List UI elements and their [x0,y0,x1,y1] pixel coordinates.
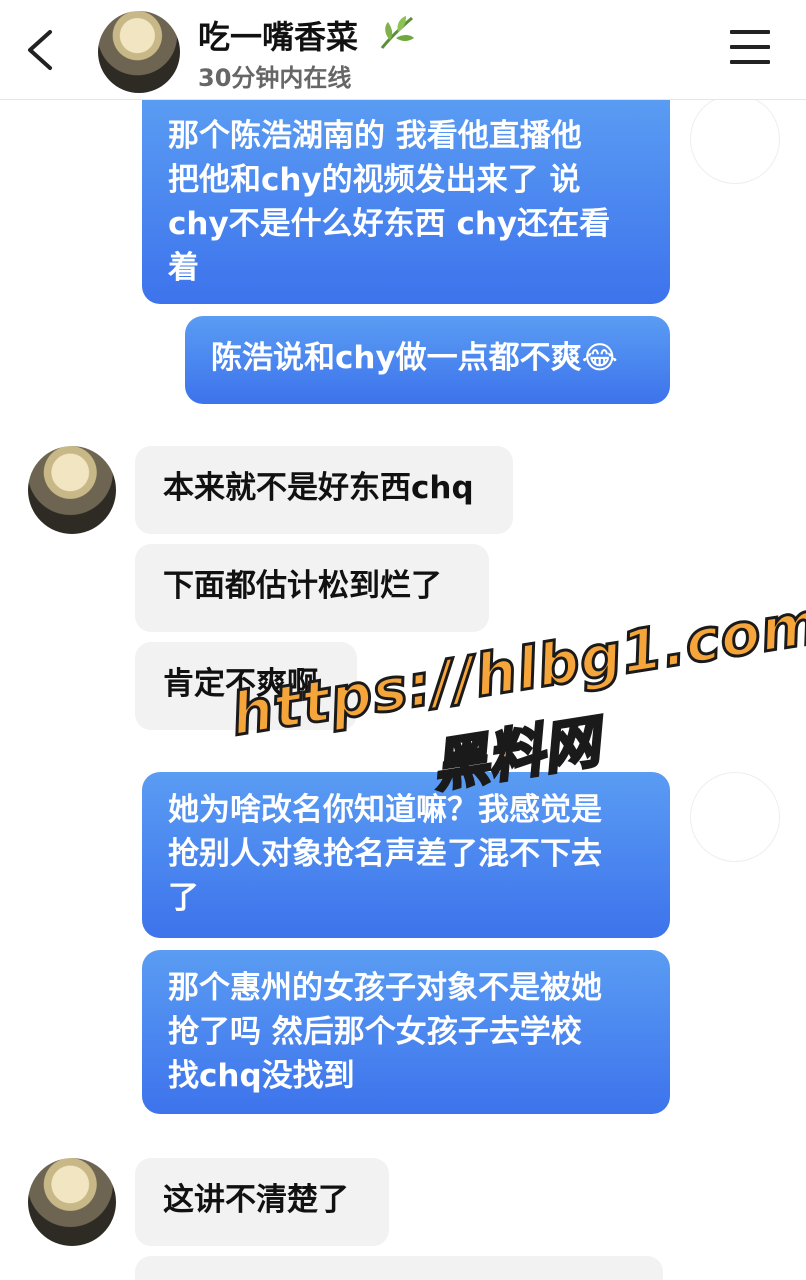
hamburger-line [730,60,770,64]
herb-leaf-icon [380,16,414,49]
received-message[interactable]: 下面都估计松到烂了 [135,544,489,632]
chat-screen: 吃一嘴香菜 30分钟内在线 那个陈浩湖南的 我看他直播他 把他和chy的视频发出… [0,0,806,1280]
message-line: 那个惠州的女孩子对象不是被她 [168,970,602,1006]
message-line: 抢别人对象抢名声差了混不下去 [168,836,602,872]
message-line: 这讲不清楚了 [163,1182,349,1218]
sent-message[interactable]: 陈浩说和chy做一点都不爽😂 [185,316,670,404]
message-line: 那个陈浩湖南的 我看他直播他 [168,118,582,154]
friend-avatar[interactable] [28,1158,116,1246]
chevron-left-icon [28,30,52,70]
self-avatar [690,94,780,184]
message-line: 着 [168,250,199,286]
sent-message[interactable]: 她为啥改名你知道嘛？我感觉是 抢别人对象抢名声差了混不下去 了 [142,772,670,938]
self-avatar [690,772,780,862]
received-message[interactable]: 肯定不爽啊 [135,642,357,730]
message-line: 抢了吗 然后那个女孩子去学校 [168,1014,582,1050]
received-message-partial[interactable] [135,1256,663,1280]
menu-button[interactable] [730,30,774,70]
message-line: chy不是什么好东西 chy还在看 [168,206,611,242]
hamburger-menu-icon [730,30,770,34]
message-line: 把他和chy的视频发出来了 说 [168,162,581,198]
message-line: 找chq没找到 [168,1058,355,1094]
hamburger-line [730,45,770,49]
friend-avatar[interactable] [28,446,116,534]
message-line: 陈浩说和chy做一点都不爽 [211,340,582,376]
message-line: 她为啥改名你知道嘛？我感觉是 [168,792,602,828]
sent-message[interactable]: 那个惠州的女孩子对象不是被她 抢了吗 然后那个女孩子去学校 找chq没找到 [142,950,670,1114]
message-line: 了 [168,880,199,916]
online-status: 30分钟内在线 [198,64,352,92]
received-message[interactable]: 本来就不是好东西chq [135,446,513,534]
laughing-crying-emoji-icon: 😂 [581,340,618,376]
contact-avatar[interactable] [98,11,180,93]
back-button[interactable] [18,22,62,78]
chat-header: 吃一嘴香菜 30分钟内在线 [0,0,806,100]
message-line: 肯定不爽啊 [163,666,318,702]
message-line: 下面都估计松到烂了 [163,568,442,604]
message-line: 本来就不是好东西chq [163,470,474,506]
contact-name: 吃一嘴香菜 [198,18,359,56]
received-message[interactable]: 这讲不清楚了 [135,1158,389,1246]
sent-message[interactable]: 那个陈浩湖南的 我看他直播他 把他和chy的视频发出来了 说 chy不是什么好东… [142,98,670,304]
